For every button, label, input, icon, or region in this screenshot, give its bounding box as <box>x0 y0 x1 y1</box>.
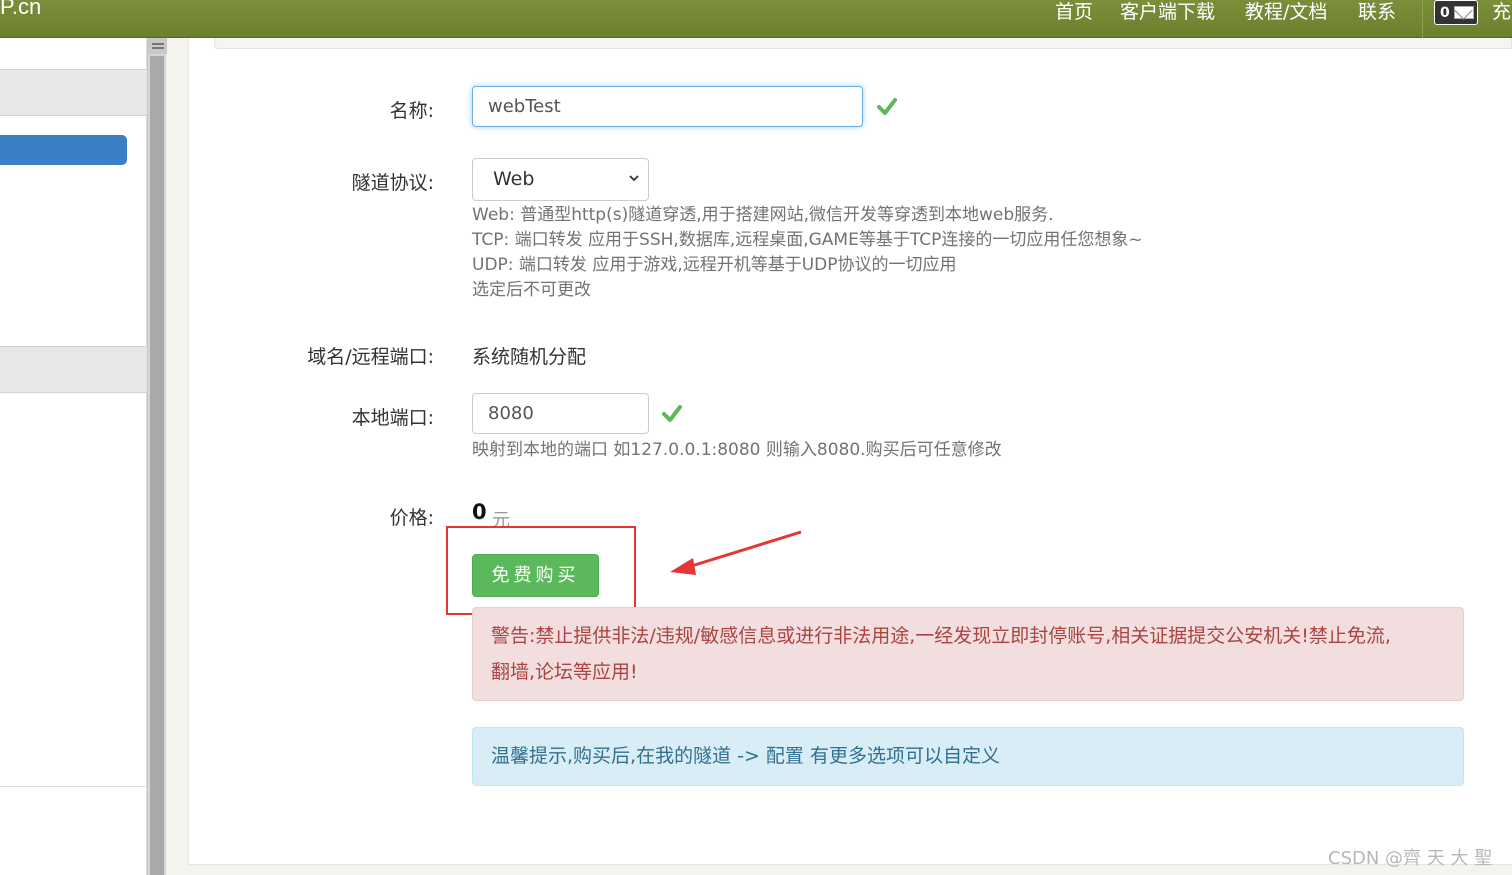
sidebar <box>0 38 147 875</box>
warning-line-1: 警告:禁止提供非法/违规/敏感信息或进行非法用途,一经发现立即封停账号,相关证据… <box>491 625 1391 647</box>
nav-home[interactable]: 首页 <box>1055 0 1093 24</box>
annotation-arrow-icon <box>670 530 802 575</box>
nav-divider <box>1422 0 1423 38</box>
nav-client-download[interactable]: 客户端下载 <box>1120 0 1215 24</box>
check-icon <box>877 98 897 115</box>
sidebar-divider <box>0 786 147 787</box>
message-count: 0 <box>1440 4 1450 21</box>
help-note: 选定后不可更改 <box>472 280 591 300</box>
local-port-label: 本地端口: <box>351 407 434 429</box>
chevron-down-icon <box>629 175 639 182</box>
messages-button[interactable]: 0 <box>1434 0 1478 25</box>
local-port-help: 映射到本地的端口 如127.0.0.1:8080 则输入8080.购买后可任意修… <box>472 440 1002 460</box>
price-label: 价格: <box>389 507 434 529</box>
scroll-thumb[interactable] <box>150 56 164 875</box>
protocol-help: Web: 普通型http(s)隧道穿透,用于搭建网站,微信开发等穿透到本地web… <box>472 203 1143 303</box>
price-value: 0 <box>472 500 487 524</box>
top-navbar: P.cn 首页 客户端下载 教程/文档 联系 0 充 <box>0 0 1512 38</box>
protocol-selected: Web <box>493 168 535 190</box>
mail-icon <box>1453 6 1474 19</box>
nav-contact[interactable]: 联系 <box>1358 0 1396 24</box>
info-text: 温馨提示,购买后,在我的隧道 -> 配置 有更多选项可以自定义 <box>491 745 1000 767</box>
domain-label: 域名/远程端口: <box>307 346 434 368</box>
sidebar-item-active[interactable] <box>0 135 127 165</box>
help-tcp: TCP: 端口转发 应用于SSH,数据库,远程桌面,GAME等基于TCP连接的一… <box>472 230 1143 250</box>
sidebar-section-header-2[interactable] <box>0 346 147 393</box>
local-port-input[interactable] <box>472 393 649 434</box>
panel-header-strip <box>214 38 1512 49</box>
protocol-select[interactable]: Web <box>472 158 649 201</box>
sidebar-scrollbar[interactable] <box>147 38 167 875</box>
warning-line-2: 翻墙,论坛等应用! <box>491 661 638 683</box>
site-brand[interactable]: P.cn <box>0 0 41 20</box>
nav-docs[interactable]: 教程/文档 <box>1245 0 1327 24</box>
name-input[interactable] <box>472 86 863 127</box>
check-icon <box>662 405 682 422</box>
nav-recharge[interactable]: 充 <box>1492 0 1511 24</box>
sidebar-section-header[interactable] <box>0 69 147 116</box>
warning-alert: 警告:禁止提供非法/违规/敏感信息或进行非法用途,一经发现立即封停账号,相关证据… <box>472 607 1464 701</box>
annotation-highlight-box <box>446 526 636 615</box>
help-udp: UDP: 端口转发 应用于游戏,远程开机等基于UDP协议的一切应用 <box>472 255 957 275</box>
watermark: CSDN @齊 天 大 聖 <box>1328 848 1493 869</box>
scroll-menu-icon[interactable] <box>148 38 167 54</box>
domain-value: 系统随机分配 <box>472 346 587 368</box>
help-web: Web: 普通型http(s)隧道穿透,用于搭建网站,微信开发等穿透到本地web… <box>472 205 1054 225</box>
name-label: 名称: <box>389 100 434 122</box>
protocol-label: 隧道协议: <box>351 172 434 194</box>
info-alert: 温馨提示,购买后,在我的隧道 -> 配置 有更多选项可以自定义 <box>472 727 1464 786</box>
